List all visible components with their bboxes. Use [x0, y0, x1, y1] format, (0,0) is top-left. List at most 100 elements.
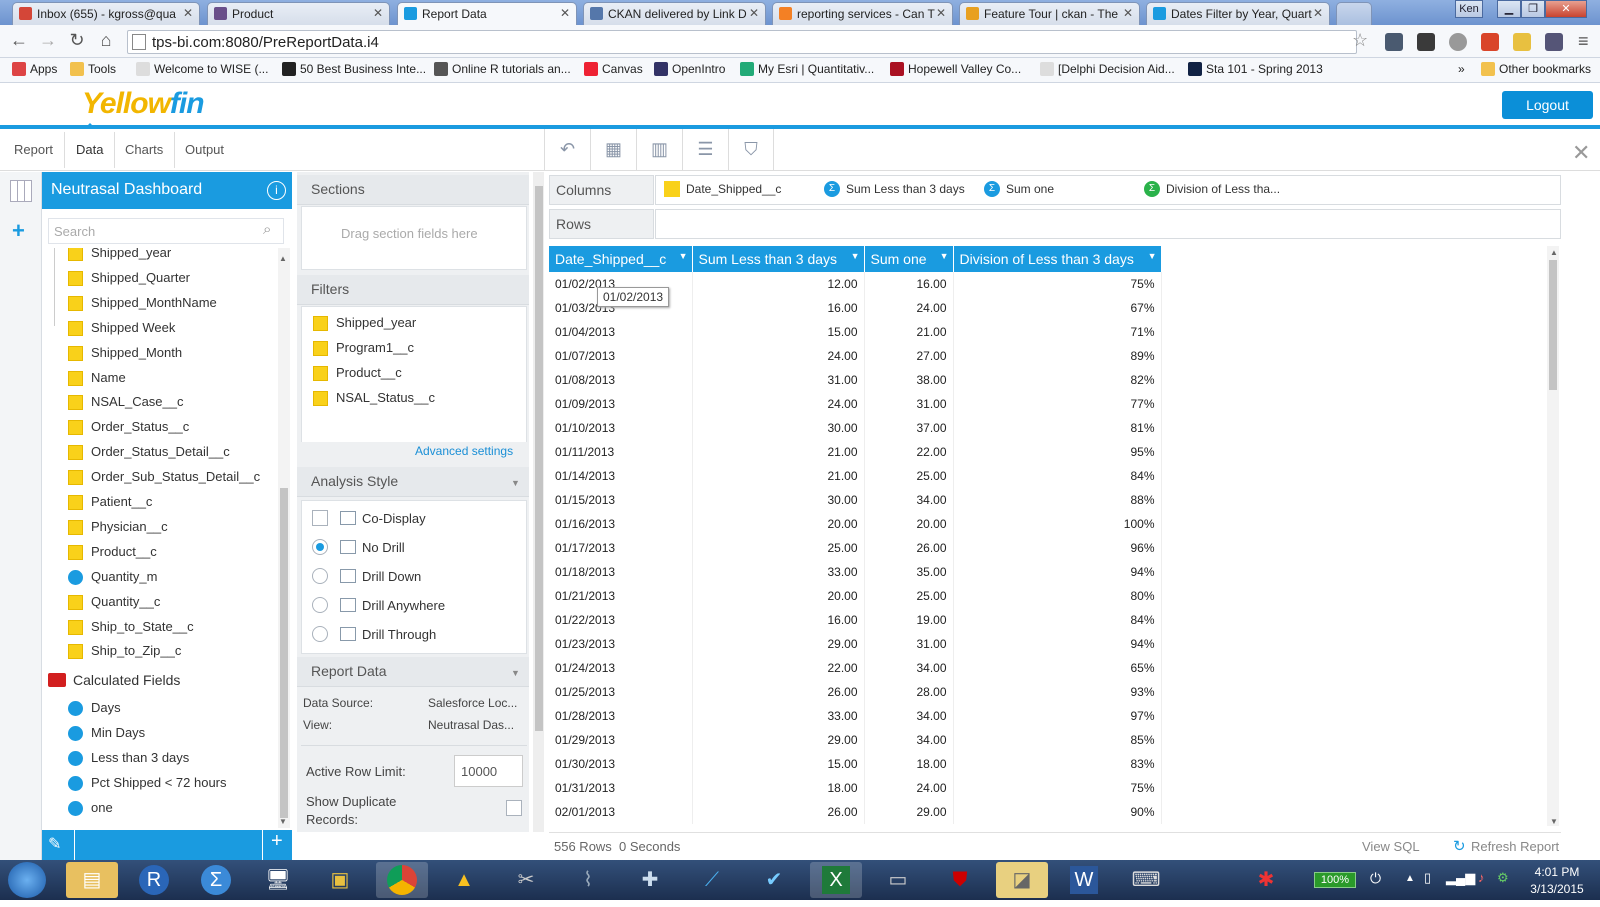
table-cell[interactable]: 81%: [953, 416, 1162, 440]
power-icon[interactable]: ⏻: [1370, 870, 1381, 887]
browser-tab[interactable]: Product ✕: [207, 2, 390, 25]
word-icon[interactable]: W: [1058, 862, 1110, 898]
menu-icon[interactable]: ≡: [1578, 31, 1589, 52]
bookmark-star-icon[interactable]: ☆: [1352, 30, 1368, 51]
tab-data[interactable]: Data: [76, 142, 103, 157]
table-cell[interactable]: 29.00: [692, 728, 865, 752]
tab-close-icon[interactable]: ✕: [1123, 6, 1133, 20]
table-cell[interactable]: 01/15/2013: [549, 488, 693, 512]
chevron-down-icon[interactable]: ▼: [511, 478, 520, 488]
extension-icon[interactable]: [1545, 33, 1563, 51]
field-item[interactable]: Shipped_Month: [66, 344, 182, 366]
paint-app-icon[interactable]: ◪: [996, 862, 1048, 898]
field-item[interactable]: Ship_to_Zip__c: [66, 642, 181, 664]
table-cell[interactable]: 01/17/2013: [549, 536, 693, 560]
network-app-icon[interactable]: 🖥: [252, 862, 304, 898]
analysis-style-radio[interactable]: [312, 539, 328, 555]
calculated-fields-folder[interactable]: Calculated Fields: [48, 671, 180, 689]
bookmark-item[interactable]: Apps: [12, 62, 57, 76]
table-cell[interactable]: 01/29/2013: [549, 728, 693, 752]
sort-dropdown-icon[interactable]: ▼: [1148, 251, 1157, 261]
minimize-button[interactable]: ▁: [1497, 0, 1521, 18]
table-cell[interactable]: 01/16/2013: [549, 512, 693, 536]
bookmark-item[interactable]: 50 Best Business Inte...: [282, 62, 426, 76]
back-icon[interactable]: ←: [8, 30, 30, 52]
table-cell[interactable]: 26.00: [692, 680, 865, 704]
table-cell[interactable]: 15.00: [692, 752, 865, 776]
bookmark-item[interactable]: My Esri | Quantitativ...: [740, 62, 874, 76]
table-cell[interactable]: 18.00: [692, 776, 865, 800]
table-cell[interactable]: 01/18/2013: [549, 560, 693, 584]
list-icon[interactable]: ☰: [682, 129, 728, 171]
table-cell[interactable]: 20.00: [864, 512, 954, 536]
table-cell[interactable]: 83%: [953, 752, 1162, 776]
field-item[interactable]: Shipped Week: [66, 319, 175, 341]
chrome-icon[interactable]: [376, 862, 428, 898]
explorer-icon[interactable]: ▤: [66, 862, 118, 898]
table-cell[interactable]: 24.00: [692, 344, 865, 368]
extension-icon[interactable]: [1449, 33, 1467, 51]
column-field-chip[interactable]: Σ Sum one: [984, 181, 1054, 197]
table-grid-icon[interactable]: ▦: [590, 129, 636, 171]
table-cell[interactable]: 24.00: [692, 392, 865, 416]
calculated-field-item[interactable]: one: [66, 799, 113, 821]
table-cell[interactable]: 34.00: [864, 488, 954, 512]
field-item[interactable]: Order_Sub_Status_Detail__c: [66, 468, 260, 490]
table-cell[interactable]: 16.00: [864, 272, 954, 296]
columns-dropzone[interactable]: [655, 175, 1561, 205]
field-item[interactable]: Order_Status_Detail__c: [66, 443, 230, 465]
field-item[interactable]: Shipped_MonthName: [66, 294, 217, 316]
table-cell[interactable]: 16.00: [692, 296, 865, 320]
table-cell[interactable]: 29.00: [864, 800, 954, 824]
table-cell[interactable]: 100%: [953, 512, 1162, 536]
table-cell[interactable]: 25.00: [692, 536, 865, 560]
table-cell[interactable]: 89%: [953, 344, 1162, 368]
calculated-field-item[interactable]: Days: [66, 699, 121, 721]
start-button[interactable]: [8, 862, 46, 898]
table-cell[interactable]: 90%: [953, 800, 1162, 824]
scroll-thumb[interactable]: [1549, 260, 1557, 390]
table-cell[interactable]: 27.00: [864, 344, 954, 368]
table-cell[interactable]: 18.00: [864, 752, 954, 776]
analysis-style-radio[interactable]: [312, 568, 328, 584]
column-header[interactable]: Division of Less than 3 days ▼: [953, 246, 1162, 272]
table-cell[interactable]: 77%: [953, 392, 1162, 416]
table-cell[interactable]: 02/01/2013: [549, 800, 693, 824]
close-icon[interactable]: ✕: [1572, 140, 1590, 166]
bag-app-icon[interactable]: ▣: [314, 862, 366, 898]
table-cell[interactable]: 24.00: [864, 776, 954, 800]
table-cell[interactable]: 15.00: [692, 320, 865, 344]
table-cell[interactable]: 67%: [953, 296, 1162, 320]
refresh-report-link[interactable]: Refresh Report: [1471, 839, 1559, 854]
field-item[interactable]: Physician__c: [66, 518, 168, 540]
drive-icon[interactable]: ▲: [438, 862, 490, 898]
info-icon[interactable]: i: [267, 181, 286, 200]
tray-expand-icon[interactable]: ▲: [1405, 873, 1415, 884]
field-search-input[interactable]: Search: [48, 218, 284, 244]
row-limit-input[interactable]: 10000: [454, 755, 523, 787]
table-cell[interactable]: 85%: [953, 728, 1162, 752]
security-icon[interactable]: ⚙: [1497, 870, 1509, 886]
table-cell[interactable]: 24.00: [864, 296, 954, 320]
scroll-up-icon[interactable]: ▲: [1550, 248, 1558, 257]
table-cell[interactable]: 22.00: [864, 440, 954, 464]
table-cell[interactable]: 34.00: [864, 704, 954, 728]
field-item[interactable]: Shipped_Quarter: [66, 269, 190, 291]
table-cell[interactable]: 84%: [953, 608, 1162, 632]
table-cell[interactable]: 34.00: [864, 728, 954, 752]
table-cell[interactable]: 01/23/2013: [549, 632, 693, 656]
browser-tab[interactable]: Report Data ✕: [397, 2, 577, 25]
table-cell[interactable]: 01/10/2013: [549, 416, 693, 440]
reload-icon[interactable]: ↻: [66, 30, 88, 52]
config-panel-scrollbar[interactable]: [533, 172, 544, 832]
browser-tab[interactable]: reporting services - Can T ✕: [772, 2, 953, 25]
device-icon[interactable]: ▯: [1424, 870, 1431, 886]
advanced-settings-link[interactable]: Advanced settings: [415, 444, 513, 458]
forward-icon[interactable]: →: [37, 30, 59, 52]
clock-time[interactable]: 4:01 PM: [1527, 865, 1587, 879]
table-cell[interactable]: 26.00: [692, 800, 865, 824]
table-cell[interactable]: 01/28/2013: [549, 704, 693, 728]
r-icon[interactable]: R: [128, 862, 180, 898]
table-cell[interactable]: 19.00: [864, 608, 954, 632]
field-list-scrollbar[interactable]: [278, 248, 290, 828]
